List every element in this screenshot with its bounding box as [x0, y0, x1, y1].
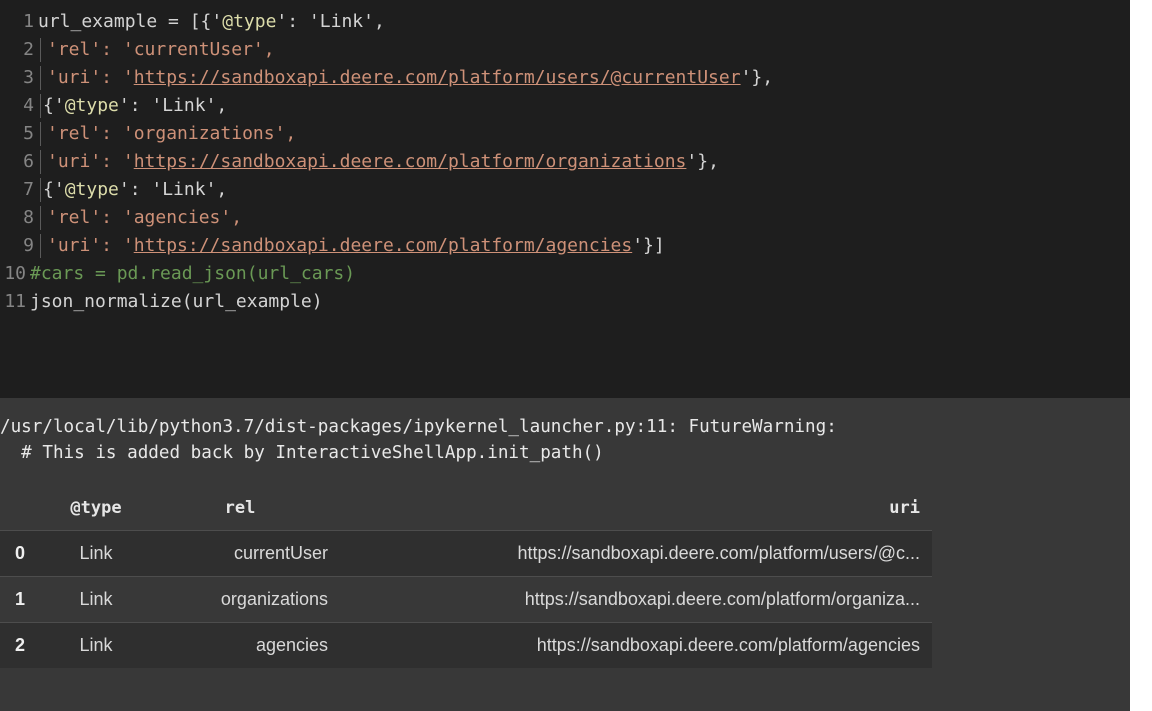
code-comment: #cars = pd.read_json(url_cars) [30, 263, 356, 284]
code-line-1: 1 url_example = [{'@type': 'Link', [0, 8, 385, 36]
code-line-10: 10 #cars = pd.read_json(url_cars) [0, 260, 355, 288]
code-text: ': 'Link', [118, 179, 228, 200]
line-number: 8 [23, 207, 34, 228]
code-text: @type [64, 179, 119, 200]
code-text: 'rel': 'currentUser', [47, 39, 275, 60]
cell-uri: https://sandboxapi.deere.com/platform/or… [524, 589, 920, 609]
code-text: '}, [740, 67, 774, 88]
line-number: 9 [23, 235, 34, 256]
indent-guide [40, 234, 41, 258]
code-line-2: 2 'rel': 'currentUser', [0, 36, 275, 64]
code-text: 'uri': ' [47, 235, 134, 256]
code-line-7: 7 {'@type': 'Link', [0, 176, 227, 204]
table-header-row: @type rel uri [0, 486, 932, 531]
table-row: 2 Link agencies https://sandboxapi.deere… [0, 622, 932, 668]
table-row: 0 Link currentUser https://sandboxapi.de… [0, 530, 932, 577]
cell-type: Link [79, 635, 113, 655]
warning-text: # This is added back by InteractiveShell… [0, 443, 604, 463]
indent-guide [40, 66, 41, 90]
code-text: 'uri': ' [47, 151, 134, 172]
column-header-uri: uri [889, 498, 920, 518]
code-line-5: 5 'rel': 'organizations', [0, 120, 296, 148]
line-number: 2 [23, 39, 34, 60]
code-text: json_normalize(url_example) [30, 291, 323, 312]
table-row: 1 Link organizations https://sandboxapi.… [0, 576, 932, 623]
line-number: 4 [23, 95, 34, 116]
index-header [0, 486, 40, 531]
cell-uri: https://sandboxapi.deere.com/platform/us… [517, 543, 920, 563]
code-text: '}, [686, 151, 719, 172]
warning-text: /usr/local/lib/python3.7/dist-packages/i… [0, 417, 837, 437]
code-text: {' [43, 179, 65, 200]
line-number: 5 [23, 123, 34, 144]
cell-type: Link [79, 589, 113, 609]
indent-guide [40, 122, 41, 146]
cell-type: Link [79, 543, 113, 563]
indent-guide [40, 38, 41, 62]
code-text: 'uri': ' [47, 67, 134, 88]
code-text: '}] [632, 235, 665, 256]
code-text: {' [43, 95, 65, 116]
code-text: ': 'Link', [118, 95, 228, 116]
code-text: @type [222, 11, 277, 32]
right-margin [1130, 0, 1152, 711]
cell-rel: agencies [255, 635, 328, 655]
code-text: url_example = [{' [38, 11, 223, 32]
code-text: 'rel': 'agencies', [47, 207, 243, 228]
code-line-8: 8 'rel': 'agencies', [0, 204, 242, 232]
cell-rel: currentUser [233, 543, 328, 563]
cell-uri: https://sandboxapi.deere.com/platform/ag… [536, 635, 920, 655]
url-link[interactable]: https://sandboxapi.deere.com/platform/or… [134, 151, 687, 172]
cell-rel: organizations [220, 589, 328, 609]
indent-guide [40, 178, 41, 202]
code-cell[interactable]: 1 url_example = [{'@type': 'Link', 2'rel'… [0, 0, 1130, 398]
indent-guide [40, 206, 41, 230]
line-number: 11 [4, 291, 26, 312]
code-text: ': 'Link', [276, 11, 385, 32]
code-text: 'rel': 'organizations', [47, 123, 297, 144]
line-number: 1 [23, 11, 34, 32]
line-number: 6 [23, 151, 34, 172]
code-line-3: 3 'uri': 'https://sandboxapi.deere.com/pl… [0, 64, 773, 92]
code-line-4: 4 {'@type': 'Link', [0, 92, 227, 120]
url-link[interactable]: https://sandboxapi.deere.com/platform/us… [134, 67, 741, 88]
indent-guide [40, 94, 41, 118]
row-index: 1 [14, 589, 25, 609]
line-number: 10 [4, 263, 26, 284]
column-header-rel: rel [224, 498, 256, 518]
url-link[interactable]: https://sandboxapi.deere.com/platform/ag… [134, 235, 633, 256]
column-header-type: @type [70, 498, 122, 518]
line-number: 3 [23, 67, 34, 88]
indent-guide [40, 150, 41, 174]
dataframe-table: @type rel uri 0 Link currentUser https:/… [0, 486, 932, 668]
row-index: 2 [14, 635, 25, 655]
code-line-6: 6 'uri': 'https://sandboxapi.deere.com/pl… [0, 148, 719, 176]
code-line-11: 11 json_normalize(url_example) [0, 288, 323, 316]
line-number: 7 [23, 179, 34, 200]
code-line-9: 9 'uri': 'https://sandboxapi.deere.com/pl… [0, 232, 665, 260]
cell-output: /usr/local/lib/python3.7/dist-packages/i… [0, 398, 1130, 711]
row-index: 0 [14, 543, 25, 563]
code-text: @type [64, 95, 119, 116]
